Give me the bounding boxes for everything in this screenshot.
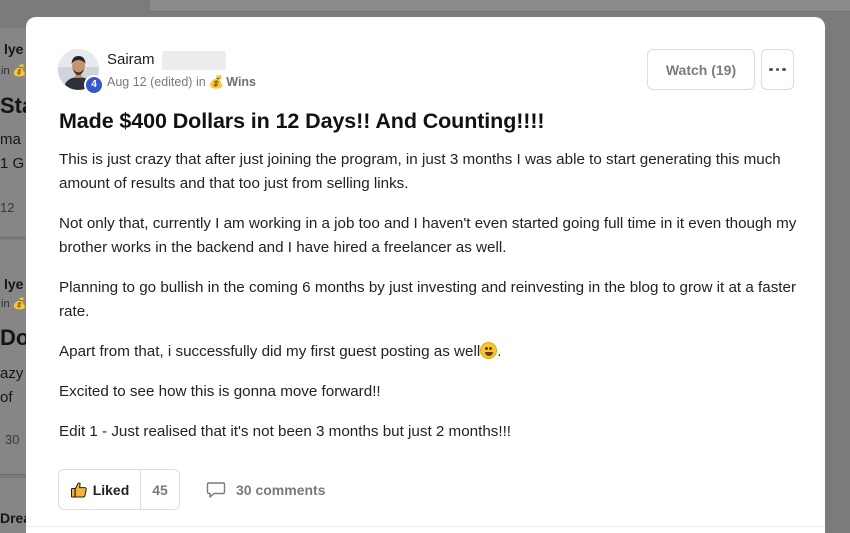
more-options-button[interactable]: [761, 49, 794, 90]
grinning-face-icon: [480, 342, 498, 359]
category-link[interactable]: Wins: [226, 75, 256, 89]
post-paragraph: Edit 1 - Just realised that it's not bee…: [59, 423, 512, 440]
post-paragraph-text: Apart from that, i successfully did my f…: [59, 343, 481, 360]
more-dots-icon: [769, 67, 773, 72]
background-post-text: of: [0, 389, 13, 406]
background-post-text: 1 G: [0, 155, 25, 172]
comments-button[interactable]: 30 comments: [206, 479, 325, 501]
comments-label: 30 comments: [236, 482, 326, 498]
post-paragraph: Excited to see how this is gonna move fo…: [59, 383, 381, 400]
post-title: Made $400 Dollars in 12 Days!! And Count…: [59, 109, 545, 133]
background-meta: in 💰: [1, 298, 27, 310]
post-paragraph: Planning to go bullish in the coming 6 m…: [59, 279, 797, 320]
like-button[interactable]: Liked: [59, 470, 141, 509]
post-modal: 4 Sairam Aug 12 (edited) in 💰 Wins Watch (…: [26, 17, 825, 533]
background-author-name: lye: [4, 41, 24, 57]
background-like-count: 12: [0, 200, 15, 215]
post-paragraph: This is just crazy that after just joini…: [59, 151, 781, 192]
divider: [26, 526, 825, 527]
background-post-text: ma: [0, 131, 21, 148]
thumbs-up-icon: [70, 482, 87, 497]
post-meta: Aug 12 (edited) in 💰 Wins: [107, 75, 256, 90]
background-meta: in 💰: [1, 65, 27, 77]
money-bag-icon: 💰: [208, 75, 225, 89]
post-paragraph-suffix: .: [497, 343, 502, 360]
comment-icon: [206, 482, 226, 498]
more-dots-icon: [775, 67, 780, 72]
post-date: Aug 12 (edited) in: [107, 75, 206, 89]
background-like-count: 30: [5, 432, 20, 447]
like-count[interactable]: 45: [141, 470, 179, 509]
author-name[interactable]: Sairam: [107, 51, 155, 68]
more-dots-icon: [782, 67, 786, 72]
background-post-text: azy: [0, 365, 24, 382]
post-body: This is just crazy that after just joini…: [59, 148, 799, 460]
watch-button[interactable]: Watch (19): [647, 49, 755, 90]
background-author-name: lye: [4, 276, 24, 292]
redacted-surname: [162, 51, 226, 70]
post-paragraph: Not only that, currently I am working in…: [59, 215, 797, 256]
like-button-label: Liked: [92, 481, 130, 498]
level-badge: 4: [84, 75, 104, 95]
like-control: Liked 45: [58, 469, 180, 510]
background-top-bar: [150, 0, 850, 12]
background-post-title: Do: [0, 325, 30, 350]
post-paragraph: Apart from that, i successfully did my f…: [59, 340, 799, 364]
